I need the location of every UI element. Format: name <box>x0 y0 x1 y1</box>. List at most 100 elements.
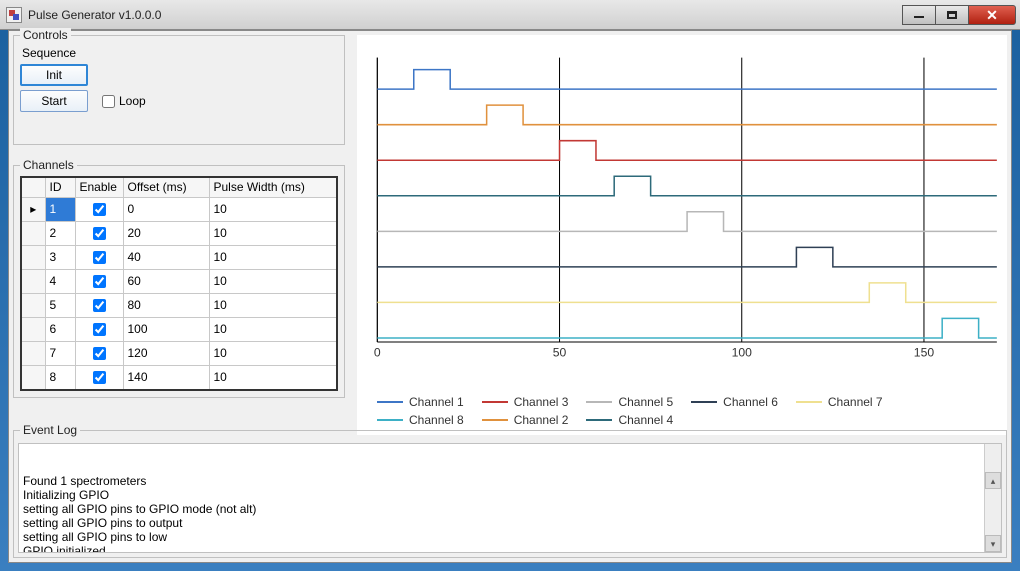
cell-offset[interactable]: 100 <box>123 317 209 341</box>
legend-item: Channel 7 <box>796 395 883 409</box>
legend-item: Channel 1 <box>377 395 464 409</box>
row-selector[interactable] <box>21 365 45 390</box>
scroll-down-icon[interactable]: ▾ <box>985 535 1001 552</box>
scroll-up-icon[interactable]: ▴ <box>985 472 1001 489</box>
cell-pulsewidth[interactable]: 10 <box>209 341 337 365</box>
cell-pulsewidth[interactable]: 10 <box>209 221 337 245</box>
enable-checkbox[interactable] <box>93 299 106 312</box>
enable-checkbox[interactable] <box>93 323 106 336</box>
cell-offset[interactable]: 140 <box>123 365 209 390</box>
cell-enable[interactable] <box>75 365 123 390</box>
left-column: Controls Sequence Init Start Loop Channe… <box>9 31 349 402</box>
legend-item: Channel 6 <box>691 395 778 409</box>
cell-enable[interactable] <box>75 245 123 269</box>
cell-offset[interactable]: 120 <box>123 341 209 365</box>
cell-offset[interactable]: 80 <box>123 293 209 317</box>
cell-id[interactable]: 2 <box>45 221 75 245</box>
cell-id[interactable]: 1 <box>45 197 75 221</box>
legend-swatch <box>691 401 717 403</box>
event-log-text[interactable]: Found 1 spectrometers Initializing GPIO … <box>18 443 1002 553</box>
app-icon <box>6 7 22 23</box>
init-button[interactable]: Init <box>20 64 88 86</box>
cell-pulsewidth[interactable]: 10 <box>209 317 337 341</box>
row-selector[interactable] <box>21 221 45 245</box>
controls-group-label: Controls <box>20 28 71 42</box>
legend-swatch <box>796 401 822 403</box>
row-selector[interactable] <box>21 269 45 293</box>
enable-checkbox[interactable] <box>93 347 106 360</box>
sequence-label: Sequence <box>22 46 338 60</box>
cell-enable[interactable] <box>75 221 123 245</box>
table-row[interactable]: 4 6010 <box>21 269 337 293</box>
row-selector[interactable] <box>21 293 45 317</box>
row-selector[interactable]: ▸ <box>21 197 45 221</box>
cell-id[interactable]: 4 <box>45 269 75 293</box>
table-row[interactable]: 7 12010 <box>21 341 337 365</box>
enable-checkbox[interactable] <box>93 371 106 384</box>
legend-label: Channel 8 <box>409 413 464 427</box>
close-button[interactable]: ✕ <box>968 5 1016 25</box>
legend-item: Channel 4 <box>586 413 673 427</box>
cell-id[interactable]: 5 <box>45 293 75 317</box>
event-log-scrollbar[interactable]: ▴ ▾ <box>984 444 1001 552</box>
row-selector[interactable] <box>21 341 45 365</box>
cell-offset[interactable]: 20 <box>123 221 209 245</box>
cell-offset[interactable]: 60 <box>123 269 209 293</box>
controls-group: Controls Sequence Init Start Loop <box>13 35 345 145</box>
enable-checkbox[interactable] <box>93 251 106 264</box>
table-row[interactable]: 3 4010 <box>21 245 337 269</box>
event-log-label: Event Log <box>20 423 80 437</box>
legend-swatch <box>377 419 403 421</box>
svg-text:150: 150 <box>914 345 935 359</box>
legend-label: Channel 1 <box>409 395 464 409</box>
col-enable[interactable]: Enable <box>75 177 123 197</box>
maximize-button[interactable] <box>935 5 969 25</box>
cell-offset[interactable]: 0 <box>123 197 209 221</box>
cell-pulsewidth[interactable]: 10 <box>209 197 337 221</box>
enable-checkbox[interactable] <box>93 227 106 240</box>
legend-swatch <box>482 401 508 403</box>
channels-grid[interactable]: ID Enable Offset (ms) Pulse Width (ms) ▸… <box>20 176 338 391</box>
cell-id[interactable]: 7 <box>45 341 75 365</box>
col-id[interactable]: ID <box>45 177 75 197</box>
cell-id[interactable]: 3 <box>45 245 75 269</box>
cell-offset[interactable]: 40 <box>123 245 209 269</box>
col-pulsewidth[interactable]: Pulse Width (ms) <box>209 177 337 197</box>
enable-checkbox[interactable] <box>93 275 106 288</box>
col-rowselector[interactable] <box>21 177 45 197</box>
minimize-button[interactable] <box>902 5 936 25</box>
start-button[interactable]: Start <box>20 90 88 112</box>
table-row[interactable]: 2 2010 <box>21 221 337 245</box>
legend-swatch <box>586 419 612 421</box>
cell-enable[interactable] <box>75 341 123 365</box>
table-row[interactable]: ▸1010 <box>21 197 337 221</box>
cell-enable[interactable] <box>75 269 123 293</box>
event-log-group: Event Log Found 1 spectrometers Initiali… <box>13 430 1007 558</box>
enable-checkbox[interactable] <box>93 203 106 216</box>
titlebar: Pulse Generator v1.0.0.0 ✕ <box>0 0 1020 30</box>
col-offset[interactable]: Offset (ms) <box>123 177 209 197</box>
table-row[interactable]: 8 14010 <box>21 365 337 390</box>
window-title: Pulse Generator v1.0.0.0 <box>28 8 903 22</box>
cell-pulsewidth[interactable]: 10 <box>209 269 337 293</box>
cell-pulsewidth[interactable]: 10 <box>209 293 337 317</box>
chart-canvas: 050100150 <box>357 35 1007 385</box>
client-area: Controls Sequence Init Start Loop Channe… <box>8 30 1012 563</box>
table-row[interactable]: 6 10010 <box>21 317 337 341</box>
cell-enable[interactable] <box>75 197 123 221</box>
loop-checkbox-wrap[interactable]: Loop <box>98 92 146 111</box>
cell-enable[interactable] <box>75 317 123 341</box>
loop-checkbox[interactable] <box>102 95 115 108</box>
cell-pulsewidth[interactable]: 10 <box>209 365 337 390</box>
cell-id[interactable]: 8 <box>45 365 75 390</box>
row-selector[interactable] <box>21 245 45 269</box>
legend-item: Channel 5 <box>586 395 673 409</box>
cell-pulsewidth[interactable]: 10 <box>209 245 337 269</box>
table-row[interactable]: 5 8010 <box>21 293 337 317</box>
window-buttons: ✕ <box>903 5 1016 25</box>
cell-id[interactable]: 6 <box>45 317 75 341</box>
cell-enable[interactable] <box>75 293 123 317</box>
row-selector[interactable] <box>21 317 45 341</box>
legend-swatch <box>377 401 403 403</box>
legend-label: Channel 4 <box>618 413 673 427</box>
